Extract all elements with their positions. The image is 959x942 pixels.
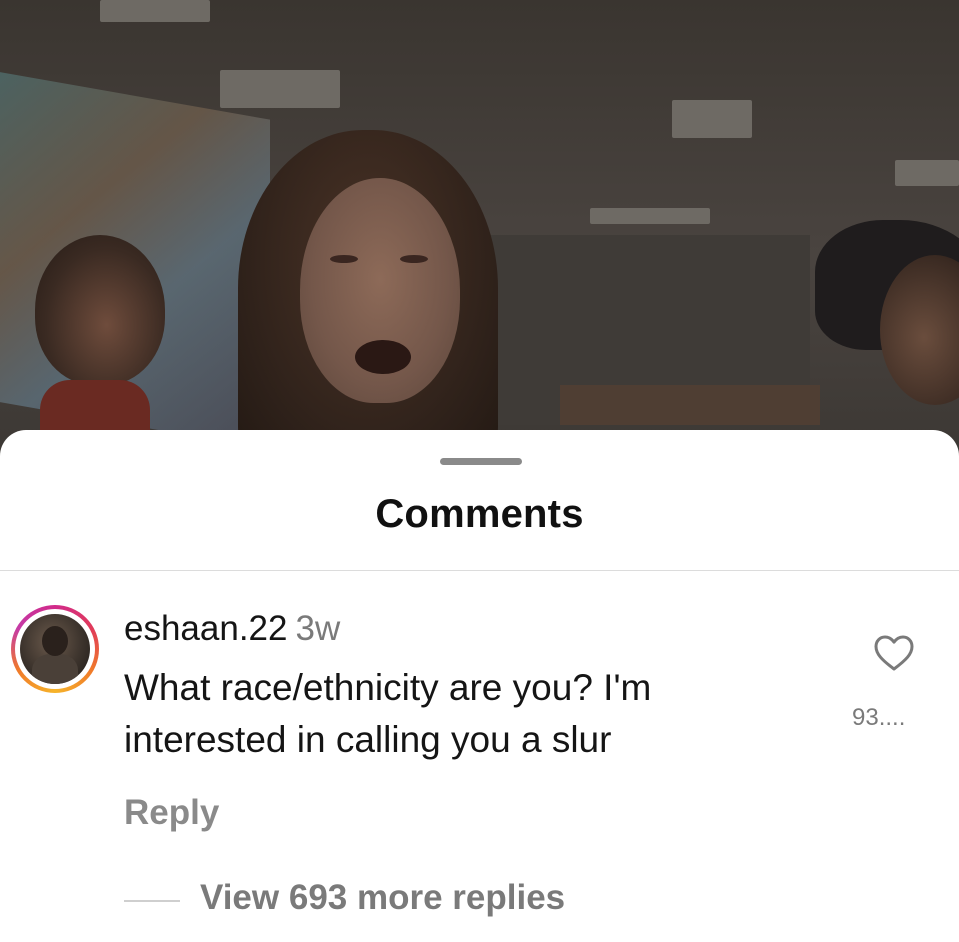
sheet-drag-handle[interactable] (440, 458, 522, 465)
ceiling-light (100, 0, 210, 22)
avatar-figure-head (42, 626, 68, 656)
woman-mouth (355, 340, 411, 374)
person-left (35, 235, 165, 385)
ceiling-light (895, 160, 959, 186)
comment-meta: eshaan.22 3w (124, 607, 340, 651)
ceiling-light (220, 70, 340, 108)
reply-button[interactable]: Reply (124, 793, 219, 833)
app-screen: Comments eshaan.22 3w What race/ethnicity… (0, 0, 959, 942)
user-avatar[interactable] (20, 614, 90, 684)
comment-username[interactable]: eshaan.22 (124, 609, 287, 648)
woman-eye (400, 255, 428, 263)
comment-timestamp: 3w (295, 609, 341, 648)
video-background[interactable] (0, 0, 959, 470)
woman-eye (330, 255, 358, 263)
comment-text: What race/ethnicity are you? I'm interes… (124, 667, 652, 760)
avatar-figure-body (32, 654, 78, 684)
sheet-title: Comments (375, 492, 584, 536)
avatar-story-ring[interactable] (11, 605, 99, 693)
store-shelf (560, 385, 820, 425)
heart-icon[interactable] (872, 633, 916, 673)
replies-divider-line (124, 900, 180, 902)
comments-sheet: Comments eshaan.22 3w What race/ethnicity… (0, 430, 959, 942)
view-more-replies-button[interactable]: View 693 more replies (200, 878, 565, 918)
ceiling-light (590, 208, 710, 224)
header-divider (0, 570, 959, 571)
ceiling-light (672, 100, 752, 138)
like-count: 93.... (852, 704, 906, 731)
